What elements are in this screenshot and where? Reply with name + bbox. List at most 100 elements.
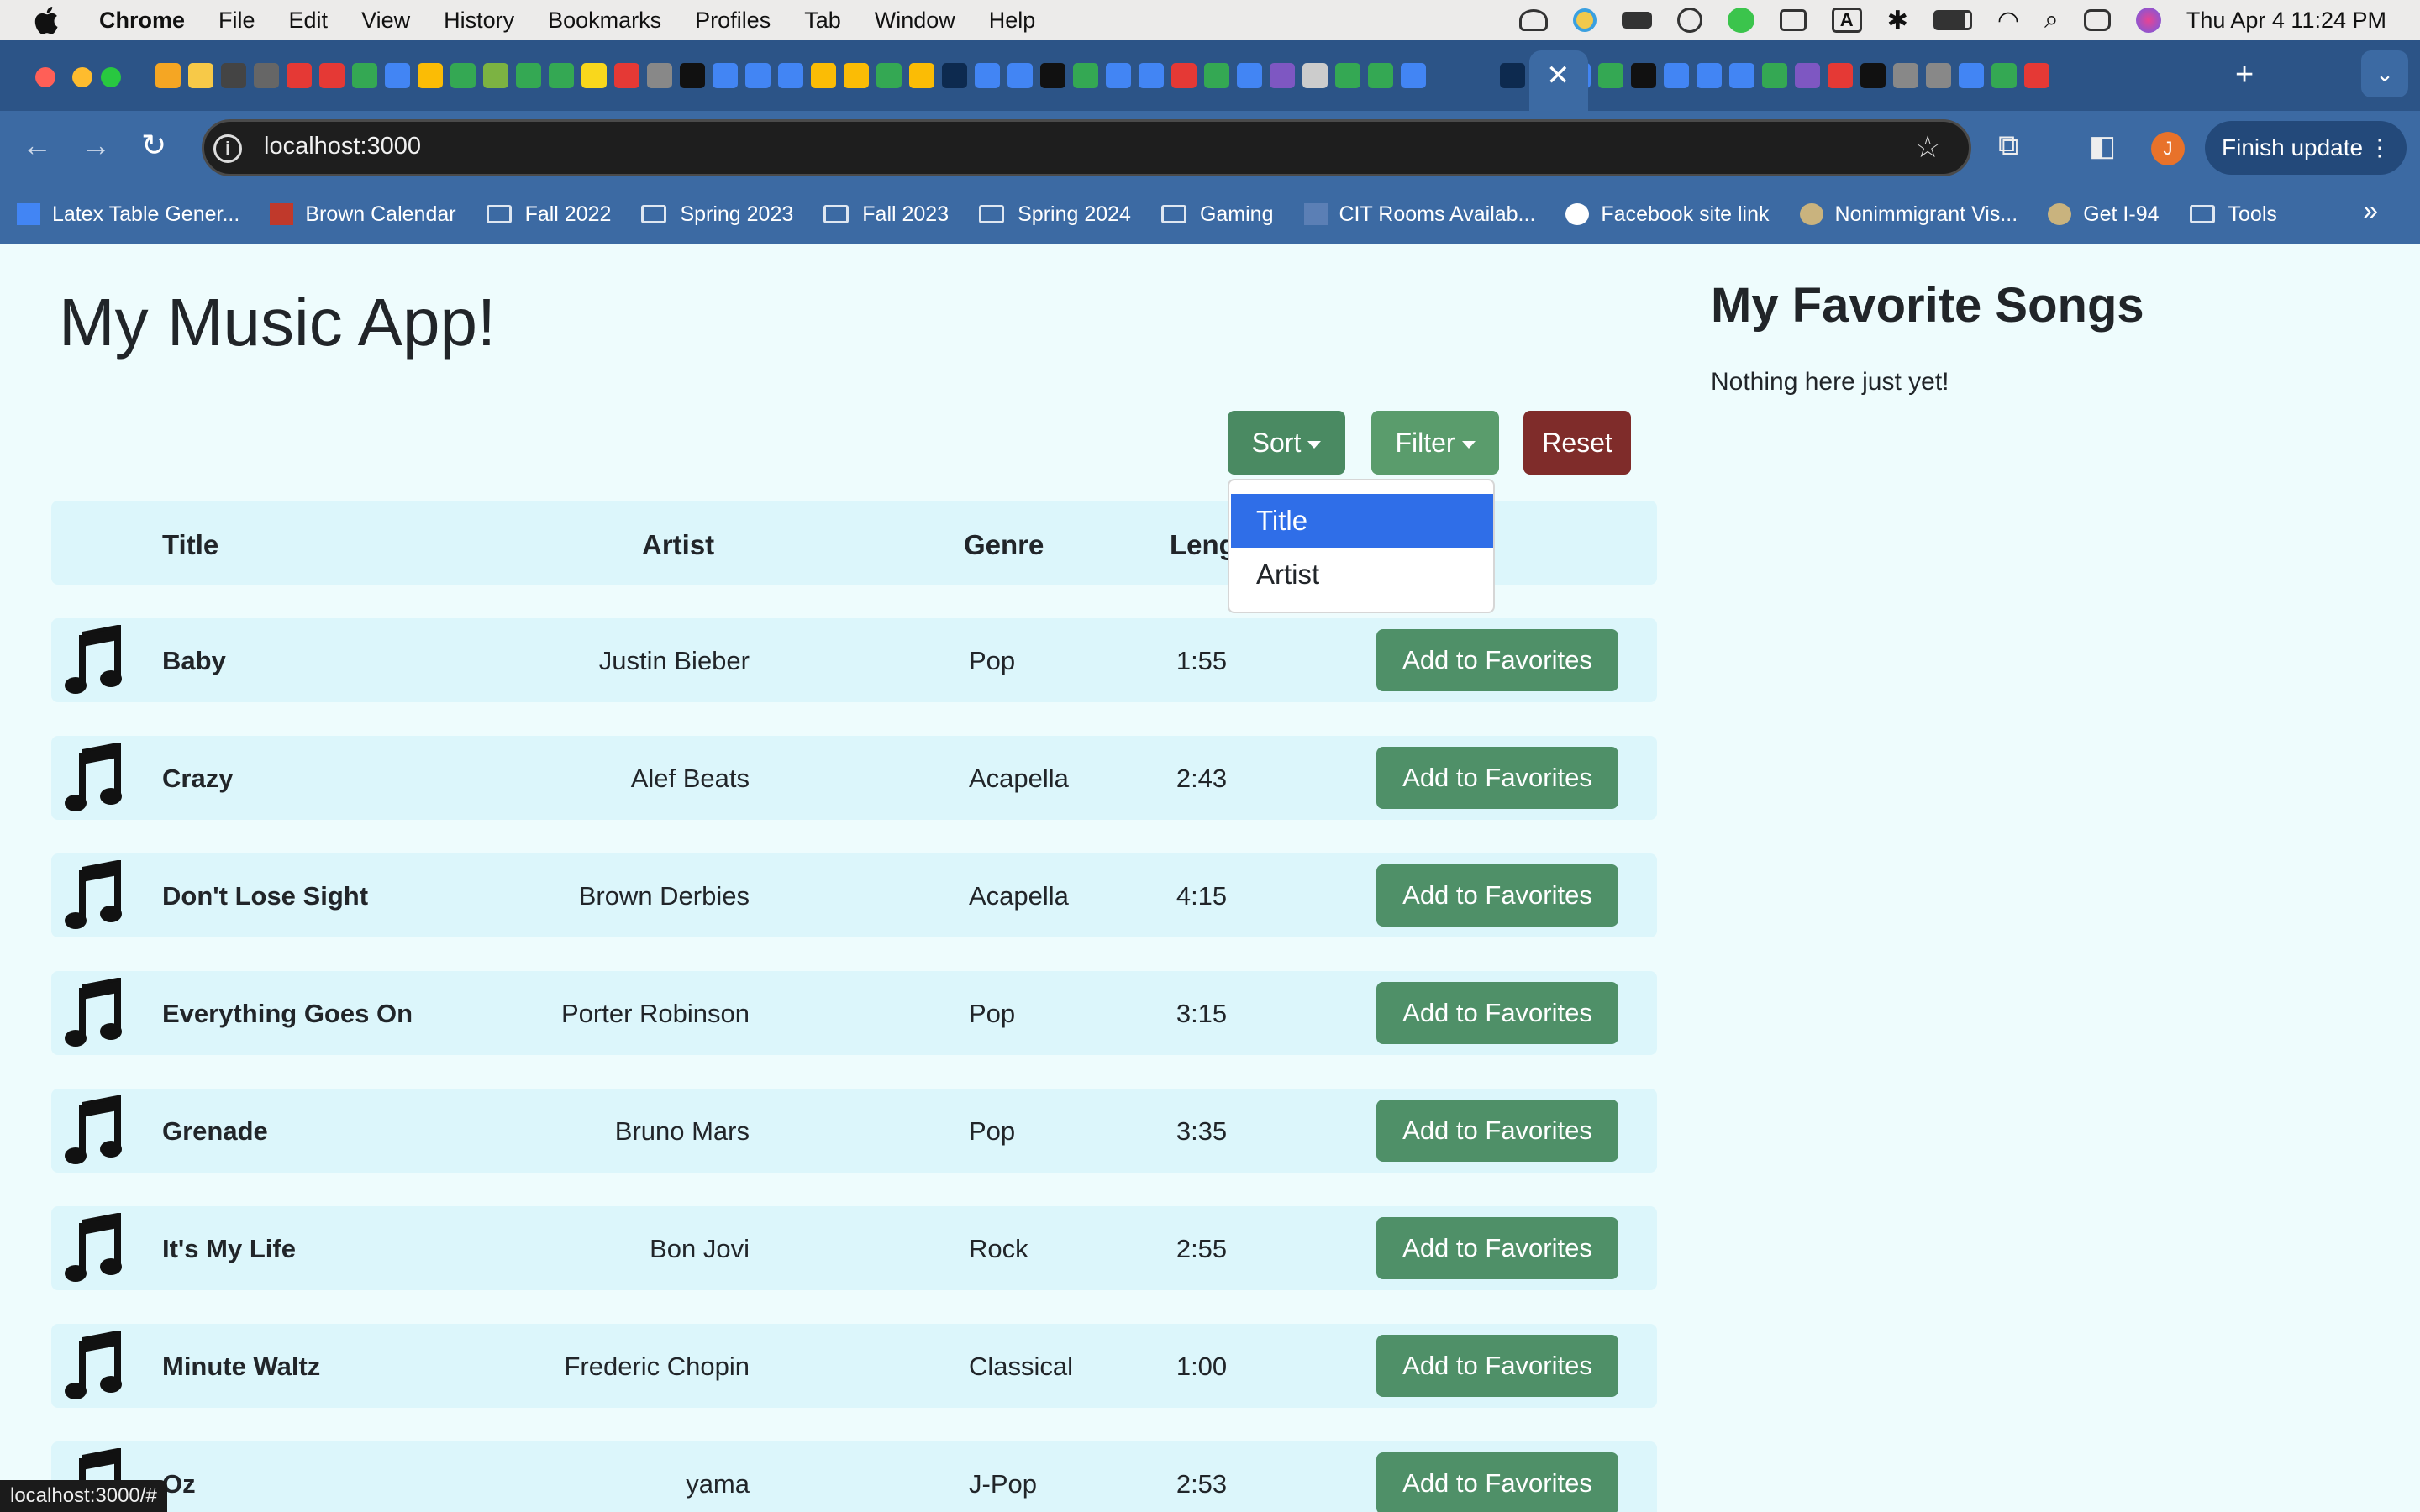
tab-favicon[interactable] (581, 63, 607, 88)
tab-favicon[interactable] (647, 63, 672, 88)
menu-file[interactable]: File (218, 8, 255, 34)
bookmark-item[interactable]: CIT Rooms Availab... (1303, 202, 1535, 227)
bed-icon[interactable] (1621, 12, 1652, 29)
tab-favicon[interactable] (745, 63, 771, 88)
tab-favicon[interactable] (844, 63, 869, 88)
menu-edit[interactable]: Edit (289, 8, 329, 34)
tab-favicon[interactable] (1828, 63, 1853, 88)
window-minimize-button[interactable] (72, 67, 92, 87)
extensions-icon[interactable]: ⧉ (1998, 129, 2018, 162)
play-circle-icon[interactable] (1676, 8, 1702, 33)
tab-favicon[interactable] (287, 63, 312, 88)
tab-favicon[interactable] (1401, 63, 1426, 88)
tab-favicon[interactable] (549, 63, 574, 88)
back-arrow-icon[interactable]: ← (22, 128, 52, 163)
tab-favicon[interactable] (221, 63, 246, 88)
control-center-icon[interactable] (2083, 9, 2111, 31)
tab-favicon[interactable] (811, 63, 836, 88)
tab-favicon[interactable] (876, 63, 902, 88)
tab-favicon[interactable] (516, 63, 541, 88)
bookmark-item[interactable]: Spring 2023 (641, 202, 793, 227)
tab-favicon[interactable] (1926, 63, 1951, 88)
tab-favicon[interactable] (1631, 63, 1656, 88)
tab-favicon[interactable] (1860, 63, 1886, 88)
bookmark-item[interactable]: Facebook site link (1565, 202, 1770, 227)
tab-favicon[interactable] (1664, 63, 1689, 88)
add-to-favorites-button[interactable]: Add to Favorites (1376, 982, 1618, 1044)
add-to-favorites-button[interactable]: Add to Favorites (1376, 864, 1618, 927)
tab-favicon[interactable] (1302, 63, 1328, 88)
bookmark-item[interactable]: Get I-94 (2048, 202, 2160, 227)
address-bar[interactable] (202, 119, 1971, 176)
bookmark-item[interactable]: Spring 2024 (979, 202, 1131, 227)
tab-favicon[interactable] (1893, 63, 1918, 88)
bookmark-item[interactable]: Fall 2023 (823, 202, 949, 227)
tab-favicon[interactable] (1237, 63, 1262, 88)
tab-favicon[interactable] (778, 63, 803, 88)
tab-favicon[interactable] (1335, 63, 1360, 88)
bookmark-item[interactable]: Tools (2189, 202, 2277, 227)
tab-close-icon[interactable]: ✕ (1546, 59, 1570, 92)
side-panel-icon[interactable]: ◧ (2089, 129, 2116, 163)
siri-icon[interactable] (2135, 8, 2161, 33)
tab-favicon[interactable] (385, 63, 410, 88)
sort-option-artist[interactable]: Artist (1231, 548, 1493, 601)
menu-app-chrome[interactable]: Chrome (99, 8, 185, 34)
kebab-menu-icon[interactable]: ⋮ (2368, 121, 2391, 175)
bookmark-item[interactable]: Brown Calendar (270, 202, 456, 227)
add-to-favorites-button[interactable]: Add to Favorites (1376, 1217, 1618, 1279)
tab-favicon[interactable] (1106, 63, 1131, 88)
menu-bookmarks[interactable]: Bookmarks (548, 8, 661, 34)
tab-favicon[interactable] (352, 63, 377, 88)
tab-favicon[interactable] (155, 63, 181, 88)
tab-favicon[interactable] (1007, 63, 1033, 88)
sort-option-title[interactable]: Title (1231, 494, 1493, 548)
tab-favicon[interactable] (680, 63, 705, 88)
reload-icon[interactable]: ↻ (141, 128, 166, 163)
tab-favicon[interactable] (1368, 63, 1393, 88)
tab-favicon[interactable] (418, 63, 443, 88)
spotlight-search-icon[interactable]: ⌕ (2044, 6, 2059, 34)
tab-favicon[interactable] (1270, 63, 1295, 88)
menu-window[interactable]: Window (875, 8, 955, 34)
line-app-icon[interactable] (1727, 8, 1754, 33)
tab-favicon[interactable] (188, 63, 213, 88)
site-info-icon[interactable]: i (213, 134, 242, 163)
tab-favicon[interactable] (450, 63, 476, 88)
tab-favicon[interactable] (942, 63, 967, 88)
forward-arrow-icon[interactable]: → (81, 128, 111, 163)
tab-favicon[interactable] (483, 63, 508, 88)
tab-favicon[interactable] (1204, 63, 1229, 88)
tab-favicon[interactable] (254, 63, 279, 88)
apple-logo-icon[interactable] (34, 6, 59, 34)
tab-favicon[interactable] (909, 63, 934, 88)
tab-favicon[interactable] (1139, 63, 1164, 88)
menu-view[interactable]: View (361, 8, 410, 34)
bookmark-star-icon[interactable]: ☆ (1914, 129, 1941, 165)
tab-favicon[interactable] (1697, 63, 1722, 88)
tab-favicon[interactable] (319, 63, 345, 88)
tab-favicon[interactable] (1073, 63, 1098, 88)
bookmark-item[interactable]: Latex Table Gener... (17, 202, 239, 227)
battery-icon[interactable] (1933, 10, 1972, 30)
add-to-favorites-button[interactable]: Add to Favorites (1376, 1335, 1618, 1397)
reset-button[interactable]: Reset (1523, 411, 1631, 475)
menu-profiles[interactable]: Profiles (695, 8, 771, 34)
finish-update-button[interactable]: Finish update ⋮ (2205, 121, 2407, 175)
add-to-favorites-button[interactable]: Add to Favorites (1376, 1100, 1618, 1162)
tab-favicon[interactable] (1171, 63, 1197, 88)
tab-favicon[interactable] (1991, 63, 2017, 88)
tab-favicon[interactable] (1729, 63, 1754, 88)
tab-favicon[interactable] (1959, 63, 1984, 88)
tab-favicon[interactable] (614, 63, 639, 88)
add-to-favorites-button[interactable]: Add to Favorites (1376, 747, 1618, 809)
filter-button[interactable]: Filter (1371, 411, 1499, 475)
input-source-icon[interactable]: A (1831, 8, 1862, 33)
tab-favicon[interactable] (1762, 63, 1787, 88)
menu-help[interactable]: Help (989, 8, 1036, 34)
new-tab-button[interactable]: + (2235, 57, 2254, 93)
window-close-button[interactable] (35, 67, 55, 87)
bookmark-item[interactable]: Fall 2022 (486, 202, 611, 227)
tab-search-chevron-icon[interactable]: ⌄ (2361, 50, 2408, 97)
tab-favicon[interactable] (1795, 63, 1820, 88)
